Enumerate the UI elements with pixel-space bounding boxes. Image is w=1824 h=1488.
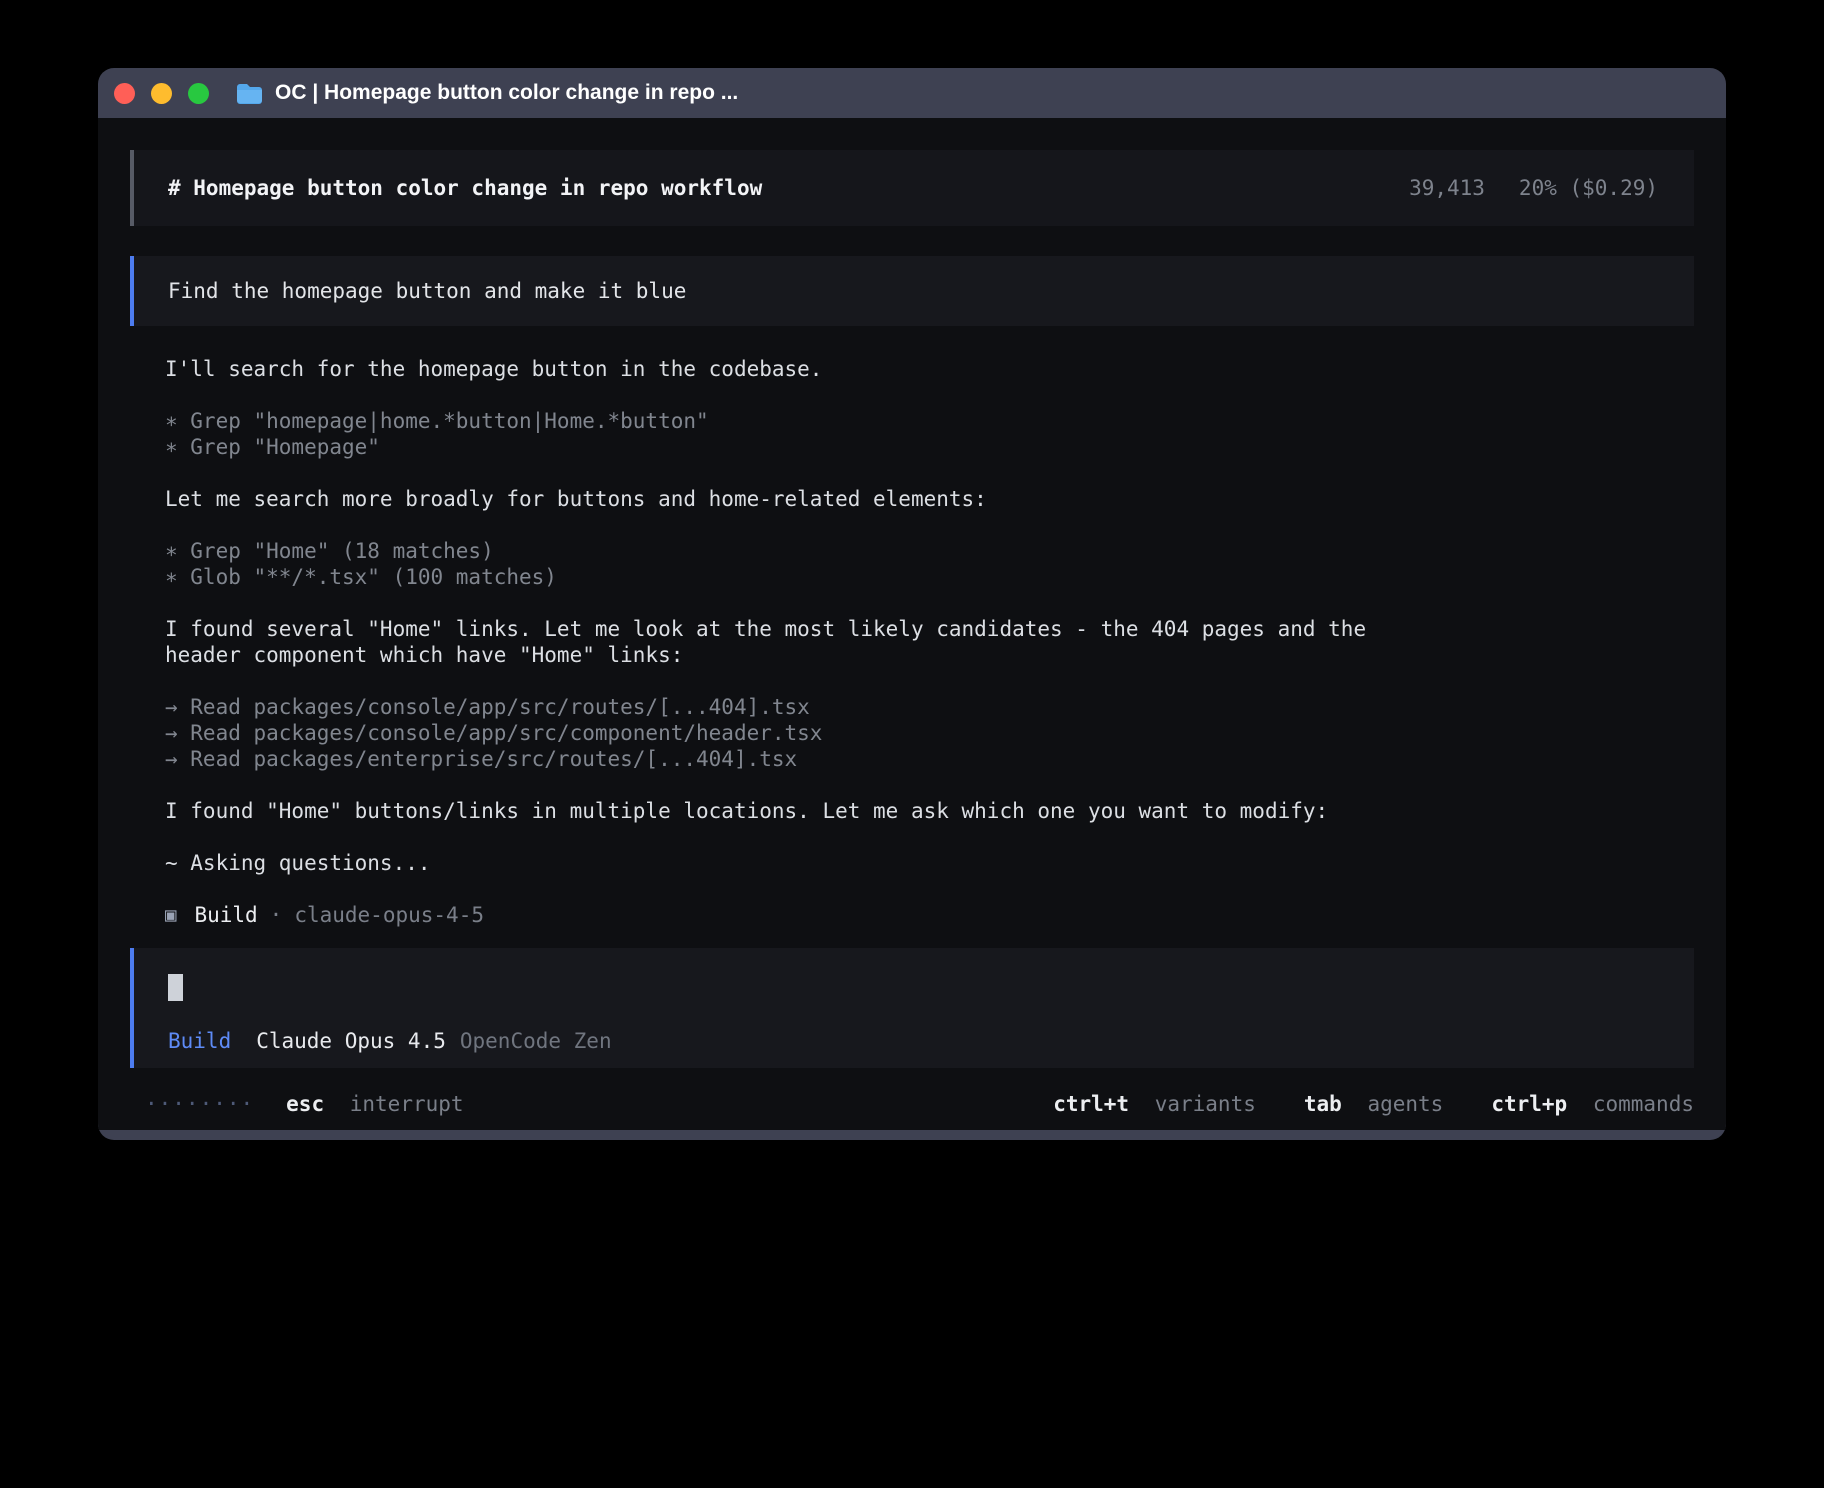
input-status-bar: Build Claude Opus 4.5 OpenCode Zen bbox=[168, 1029, 1660, 1053]
shortcut-agents: tab agents bbox=[1304, 1092, 1443, 1116]
zoom-button[interactable] bbox=[188, 83, 209, 104]
footer-left: ········ esc interrupt bbox=[130, 1092, 464, 1116]
provider-label: OpenCode Zen bbox=[460, 1029, 612, 1053]
close-button[interactable] bbox=[114, 83, 135, 104]
shortcut-label: commands bbox=[1593, 1092, 1694, 1116]
tool-call-group: ∗ Grep "Home" (18 matches) ∗ Glob "**/*.… bbox=[165, 538, 1405, 590]
session-title: # Homepage button color change in repo w… bbox=[168, 176, 762, 200]
folder-icon bbox=[236, 82, 263, 105]
shortcut-label: variants bbox=[1155, 1092, 1256, 1116]
agent-model: claude-opus-4-5 bbox=[294, 902, 484, 928]
terminal-window: OC | Homepage button color change in rep… bbox=[98, 68, 1726, 1140]
session-header: # Homepage button color change in repo w… bbox=[130, 150, 1694, 226]
working-status: ~ Asking questions... bbox=[165, 850, 1405, 876]
agent-icon: ▣ bbox=[165, 902, 176, 928]
assistant-text: I found "Home" buttons/links in multiple… bbox=[165, 798, 1405, 824]
agent-name: Build bbox=[194, 902, 257, 928]
tool-call-group: → Read packages/console/app/src/routes/[… bbox=[165, 694, 1405, 772]
shortcut-commands: ctrl+p commands bbox=[1491, 1092, 1694, 1116]
tool-call-grep: ∗ Grep "homepage|home.*button|Home.*butt… bbox=[165, 408, 1405, 434]
agent-badge: ▣ Build · claude-opus-4-5 bbox=[165, 902, 1405, 928]
user-message: Find the homepage button and make it blu… bbox=[130, 256, 1694, 326]
model-label[interactable]: Claude Opus 4.5 bbox=[256, 1029, 446, 1053]
footer-right: ctrl+t variants tab agents ctrl+p comman… bbox=[1053, 1092, 1694, 1116]
shortcut-interrupt: esc interrupt bbox=[286, 1092, 463, 1116]
tool-call-read: → Read packages/console/app/src/componen… bbox=[165, 720, 1405, 746]
shortcut-key: ctrl+p bbox=[1491, 1092, 1567, 1116]
context-usage: 20% ($0.29) bbox=[1519, 176, 1658, 200]
tool-call-group: ∗ Grep "homepage|home.*button|Home.*butt… bbox=[165, 408, 1405, 460]
chat-transcript: I'll search for the homepage button in t… bbox=[130, 356, 1694, 928]
assistant-text: Let me search more broadly for buttons a… bbox=[165, 486, 1405, 512]
window-titlebar[interactable]: OC | Homepage button color change in rep… bbox=[98, 68, 1726, 118]
shortcut-variants: ctrl+t variants bbox=[1053, 1092, 1256, 1116]
shortcut-key: tab bbox=[1304, 1092, 1342, 1116]
shortcut-key: ctrl+t bbox=[1053, 1092, 1129, 1116]
assistant-text: I'll search for the homepage button in t… bbox=[165, 356, 1405, 382]
text-cursor bbox=[168, 974, 183, 1001]
minimize-button[interactable] bbox=[151, 83, 172, 104]
spinner-dots: ········ bbox=[145, 1092, 254, 1116]
shortcut-key: esc bbox=[286, 1092, 324, 1116]
session-stats: 39,413 20% ($0.29) bbox=[1409, 176, 1658, 200]
terminal-content: # Homepage button color change in repo w… bbox=[98, 118, 1726, 1130]
tool-call-grep: ∗ Grep "Homepage" bbox=[165, 434, 1405, 460]
tool-call-glob: ∗ Glob "**/*.tsx" (100 matches) bbox=[165, 564, 1405, 590]
user-message-text: Find the homepage button and make it blu… bbox=[168, 279, 686, 303]
tool-call-read: → Read packages/enterprise/src/routes/[.… bbox=[165, 746, 1405, 772]
shortcut-label: interrupt bbox=[350, 1092, 464, 1116]
token-count: 39,413 bbox=[1409, 176, 1485, 200]
status-footer: ········ esc interrupt ctrl+t variants t… bbox=[130, 1092, 1694, 1116]
traffic-lights bbox=[114, 83, 209, 104]
tool-call-grep: ∗ Grep "Home" (18 matches) bbox=[165, 538, 1405, 564]
titlebar-title-group: OC | Homepage button color change in rep… bbox=[236, 81, 738, 105]
mode-label[interactable]: Build bbox=[168, 1029, 231, 1053]
prompt-input[interactable]: Build Claude Opus 4.5 OpenCode Zen bbox=[130, 948, 1694, 1068]
shortcut-label: agents bbox=[1367, 1092, 1443, 1116]
window-title: OC | Homepage button color change in rep… bbox=[275, 81, 738, 105]
tool-call-read: → Read packages/console/app/src/routes/[… bbox=[165, 694, 1405, 720]
agent-separator: · bbox=[270, 902, 283, 928]
assistant-text: I found several "Home" links. Let me loo… bbox=[165, 616, 1405, 668]
